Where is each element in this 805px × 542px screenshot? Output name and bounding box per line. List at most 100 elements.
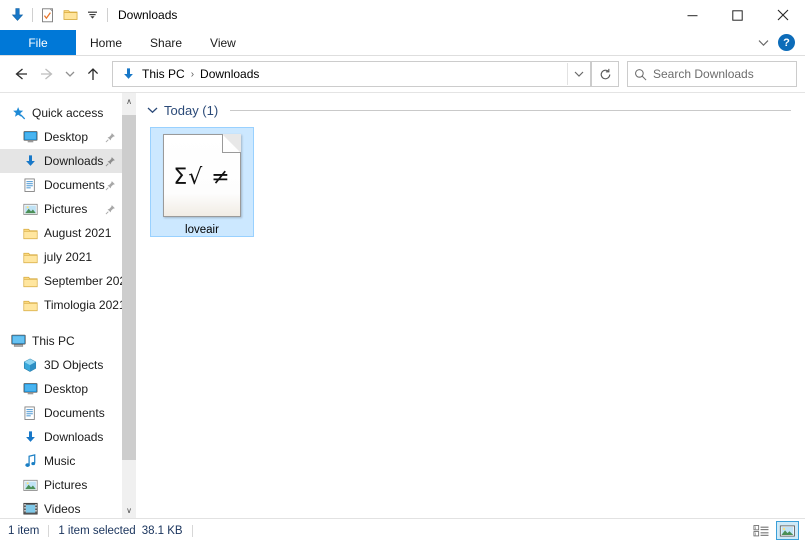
scroll-down-icon[interactable]: ∨ — [122, 502, 136, 518]
breadcrumb-downloads[interactable]: Downloads — [196, 65, 263, 83]
tab-file[interactable]: File — [0, 30, 76, 55]
refresh-icon[interactable] — [591, 61, 619, 87]
recent-locations-icon[interactable] — [60, 61, 80, 87]
main-content: Quick access Desktop Downloads Documents… — [0, 92, 805, 518]
sidebar-group-quick-access[interactable]: Quick access — [0, 101, 122, 125]
sidebar-item-3d-objects[interactable]: 3D Objects — [0, 353, 122, 377]
documents-icon — [20, 406, 40, 421]
tab-share[interactable]: Share — [136, 30, 196, 55]
scrollbar-track[interactable] — [122, 109, 136, 502]
this-pc-icon — [8, 334, 28, 348]
sidebar-item-videos[interactable]: Videos — [0, 497, 122, 518]
sidebar-item-timologia-2021[interactable]: Timologia 2021 — [0, 293, 126, 317]
pin-icon[interactable] — [104, 179, 116, 191]
quick-access-toolbar: Downloads — [0, 0, 177, 30]
breadcrumb-this-pc[interactable]: This PC — [138, 65, 189, 83]
address-dropdown-icon[interactable] — [567, 63, 590, 85]
breadcrumb-separator-1[interactable]: › — [189, 69, 196, 80]
breadcrumb: This PC › Downloads — [113, 65, 567, 83]
navigation-pane: Quick access Desktop Downloads Documents… — [0, 93, 136, 518]
close-button[interactable] — [760, 0, 805, 30]
address-path-box[interactable]: This PC › Downloads — [112, 61, 591, 87]
star-pin-icon — [8, 106, 28, 121]
minimize-button[interactable] — [670, 0, 715, 30]
expand-ribbon-icon[interactable] — [754, 34, 772, 52]
folder-icon — [20, 299, 40, 312]
scrollbar-thumb[interactable] — [122, 115, 136, 460]
scroll-up-icon[interactable]: ∧ — [122, 93, 136, 109]
search-icon — [634, 68, 647, 81]
file-group-header-today[interactable]: Today (1) — [136, 99, 805, 121]
pictures-icon — [20, 479, 40, 492]
pin-icon[interactable] — [104, 203, 116, 215]
sidebar-item-label: Pictures — [44, 478, 88, 492]
sidebar-item-label: Documents — [44, 406, 105, 420]
status-separator-2 — [191, 524, 193, 537]
sidebar-item-documents[interactable]: Documents — [0, 173, 122, 197]
music-icon — [20, 453, 40, 469]
pin-icon[interactable] — [104, 155, 116, 167]
sidebar-item-july-2021[interactable]: july 2021 — [0, 245, 122, 269]
tab-home[interactable]: Home — [76, 30, 136, 55]
back-button[interactable] — [8, 61, 34, 87]
chevron-down-icon[interactable] — [146, 106, 158, 114]
documents-icon — [20, 178, 40, 193]
sidebar-item-desktop-pc[interactable]: Desktop — [0, 377, 122, 401]
sidebar-item-label: Timologia 2021 — [44, 298, 126, 312]
search-box[interactable] — [627, 61, 797, 87]
maximize-button[interactable] — [715, 0, 760, 30]
details-view-button[interactable] — [750, 521, 773, 540]
sidebar-item-september-2021[interactable]: September 2021 — [0, 269, 133, 293]
sidebar-item-label: Music — [44, 454, 76, 468]
status-bar: 1 item 1 item selected 38.1 KB — [0, 518, 805, 542]
videos-icon — [20, 502, 40, 516]
file-explorer-window: Downloads File Home Share View ? This PC… — [0, 0, 805, 542]
help-icon[interactable]: ? — [778, 34, 795, 51]
sidebar-item-desktop[interactable]: Desktop — [0, 125, 122, 149]
sidebar-group-label: Quick access — [32, 106, 104, 120]
sidebar-item-label: Documents — [44, 178, 105, 192]
sidebar-item-pictures-pc[interactable]: Pictures — [0, 473, 122, 497]
up-button[interactable] — [80, 61, 106, 87]
tab-view[interactable]: View — [196, 30, 250, 55]
desktop-icon — [20, 382, 40, 396]
sidebar-item-label: 3D Objects — [44, 358, 104, 372]
sidebar-item-label: Videos — [44, 502, 81, 516]
sidebar-item-pictures[interactable]: Pictures — [0, 197, 122, 221]
equation-document-icon: Σ√ ≠ — [163, 134, 241, 218]
3d-objects-icon — [20, 358, 40, 373]
status-item-count: 1 item — [8, 524, 40, 537]
sidebar-item-label: Downloads — [44, 154, 104, 168]
file-list-pane[interactable]: Today (1) Σ√ ≠ loveair — [136, 93, 805, 518]
forward-button[interactable] — [34, 61, 60, 87]
downloads-icon — [20, 430, 40, 445]
group-divider — [230, 109, 791, 111]
window-controls — [670, 0, 805, 30]
ribbon-tab-bar: File Home Share View ? — [0, 30, 805, 56]
doc-fold-edge — [222, 134, 241, 153]
large-icons-view-button[interactable] — [776, 521, 799, 540]
navigation-tree: Quick access Desktop Downloads Documents… — [0, 93, 133, 518]
sidebar-item-label: August 2021 — [44, 226, 112, 240]
customize-qat-icon[interactable] — [81, 4, 103, 26]
search-input[interactable] — [653, 67, 783, 81]
status-size: 38.1 KB — [141, 524, 183, 537]
status-separator-1 — [48, 524, 50, 537]
sidebar-item-music[interactable]: Music — [0, 449, 122, 473]
pin-icon[interactable] — [104, 131, 116, 143]
folder-icon — [20, 251, 40, 264]
sidebar-group-this-pc[interactable]: This PC — [0, 329, 122, 353]
sidebar-item-downloads[interactable]: Downloads — [0, 149, 122, 173]
sidebar-scrollbar[interactable]: ∧ ∨ — [122, 93, 136, 518]
qat-separator-1 — [32, 8, 33, 22]
properties-icon[interactable] — [37, 4, 59, 26]
new-folder-icon[interactable] — [59, 4, 81, 26]
file-glyph: Σ√ ≠ — [173, 165, 231, 191]
sidebar-item-august-2021[interactable]: August 2021 — [0, 221, 122, 245]
sidebar-item-label: Pictures — [44, 202, 88, 216]
file-item-loveair[interactable]: Σ√ ≠ loveair — [150, 127, 254, 237]
downloads-arrow-icon — [6, 4, 28, 26]
sidebar-item-downloads-pc[interactable]: Downloads — [0, 425, 122, 449]
sidebar-item-documents-pc[interactable]: Documents — [0, 401, 122, 425]
file-tiles: Σ√ ≠ loveair — [136, 121, 805, 237]
